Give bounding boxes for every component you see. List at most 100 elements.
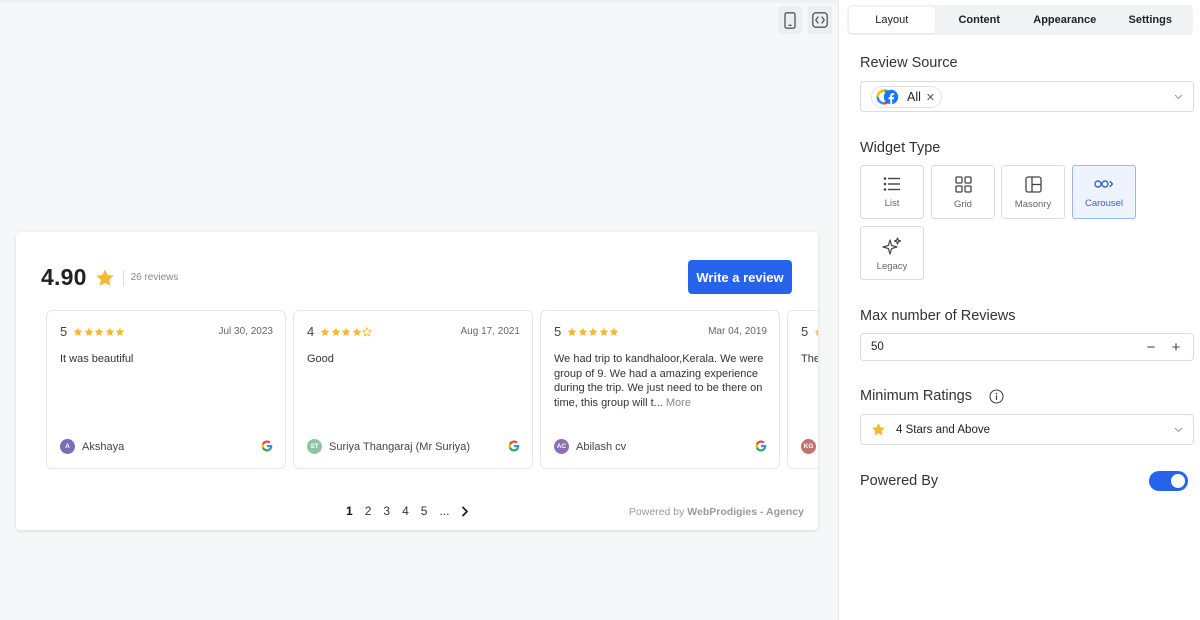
summary-divider xyxy=(122,269,124,286)
carousel-icon xyxy=(1094,180,1114,188)
masonry-icon xyxy=(1024,176,1042,193)
star-filled-icon xyxy=(814,329,818,336)
widget-type-list[interactable]: List xyxy=(860,165,924,219)
close-icon[interactable]: ✕ xyxy=(926,91,935,104)
review-author: A Akshaya xyxy=(60,439,124,454)
review-card[interactable]: 5 Jul 30, 2023 It was beautiful A Akshay… xyxy=(46,310,286,469)
powered-by-prefix: Powered by xyxy=(628,506,688,518)
preview-top-border xyxy=(0,0,838,3)
tab-layout[interactable]: Layout xyxy=(849,7,935,33)
code-icon xyxy=(812,12,828,28)
card-rating: 4 xyxy=(307,324,373,339)
powered-by-brand[interactable]: WebProdigies - Agency xyxy=(687,506,804,518)
info-icon[interactable] xyxy=(989,389,1004,404)
mobile-icon xyxy=(784,11,796,29)
star-icon xyxy=(95,269,114,286)
average-rating: 4.90 xyxy=(41,264,87,290)
page-4[interactable]: 4 xyxy=(402,504,409,518)
review-body: Good xyxy=(307,353,334,365)
card-rating: 5 xyxy=(60,324,126,339)
widget-type-legacy[interactable]: Legacy xyxy=(860,226,924,280)
review-card[interactable]: 4 Aug 17, 2021 Good ST Suriya Thangaraj … xyxy=(293,310,533,469)
chevron-down-icon xyxy=(1174,94,1183,99)
grid-icon xyxy=(954,176,972,193)
widget-type-grid[interactable]: Grid xyxy=(931,165,995,219)
tab-appearance[interactable]: Appearance xyxy=(1022,5,1108,35)
page-5[interactable]: 5 xyxy=(421,504,428,518)
widget-type-label-text: Legacy xyxy=(876,261,908,272)
page-2[interactable]: 2 xyxy=(365,504,372,518)
review-body: We had trip to kandhaloor,Kerala. We wer… xyxy=(554,353,764,409)
star-icon xyxy=(872,423,885,436)
max-reviews-stepper[interactable]: 50 − + xyxy=(860,333,1194,361)
star-filled-icon xyxy=(578,327,588,336)
author-name: Akshaya xyxy=(82,440,125,453)
powered-by-toggle[interactable] xyxy=(1149,471,1188,491)
star-filled-icon xyxy=(609,327,619,336)
review-carousel[interactable]: 5 Jul 30, 2023 It was beautiful A Akshay… xyxy=(46,310,818,470)
review-date: Mar 04, 2019 xyxy=(708,326,767,337)
page-ellipsis: ... xyxy=(439,504,450,518)
google-facebook-logo-icon xyxy=(876,89,899,105)
card-rating: 5 xyxy=(801,324,818,339)
review-card[interactable]: 5 Mar 04, 2019 We had trip to kandhaloor… xyxy=(540,310,780,469)
rating-number: 5 xyxy=(60,324,68,339)
chevron-right-icon xyxy=(462,506,469,516)
star-filled-icon xyxy=(341,327,351,336)
decrement-button[interactable]: − xyxy=(1142,338,1160,356)
minimum-ratings-label: Minimum Ratings xyxy=(860,388,972,404)
write-review-button[interactable]: Write a review xyxy=(688,260,792,294)
settings-panel: Layout Content Appearance Settings Revie… xyxy=(838,0,1200,620)
star-empty-icon xyxy=(362,326,373,337)
review-count: 26 reviews xyxy=(130,272,179,283)
toggle-knob xyxy=(1171,474,1185,488)
preview-area: 4.90 26 reviews Write a review 5 Jul 30,… xyxy=(0,0,838,620)
reviews-widget: 4.90 26 reviews Write a review 5 Jul 30,… xyxy=(16,232,818,530)
star-filled-icon xyxy=(73,327,83,336)
review-author: KG xyxy=(801,439,818,454)
star-filled-icon xyxy=(599,327,609,336)
next-page-button[interactable] xyxy=(461,506,469,517)
star-filled-icon xyxy=(567,327,577,336)
widget-type-label: Widget Type xyxy=(860,140,941,156)
source-chip-label: All xyxy=(907,90,921,104)
tab-content[interactable]: Content xyxy=(937,5,1023,35)
rating-number: 5 xyxy=(801,324,809,339)
widget-type-carousel[interactable]: Carousel xyxy=(1072,165,1136,219)
review-card[interactable]: 5 The KG xyxy=(787,310,818,469)
star-filled-icon xyxy=(320,327,330,336)
star-rating xyxy=(320,326,373,337)
widget-type-label-text: Carousel xyxy=(1084,198,1124,209)
mobile-preview-button[interactable] xyxy=(778,6,802,34)
max-reviews-value[interactable]: 50 xyxy=(871,341,884,353)
google-icon xyxy=(508,440,520,452)
review-body: It was beautiful xyxy=(60,353,134,365)
minimum-ratings-select[interactable]: 4 Stars and Above xyxy=(860,414,1194,445)
review-source-select[interactable]: All ✕ xyxy=(860,81,1194,112)
star-filled-icon xyxy=(94,327,104,336)
read-more-link[interactable]: More xyxy=(666,397,691,409)
review-date: Aug 17, 2021 xyxy=(460,326,521,337)
star-filled-icon xyxy=(84,327,94,336)
sparkle-icon xyxy=(882,237,902,255)
source-chip: All ✕ xyxy=(871,86,943,108)
star-filled-icon xyxy=(105,327,115,336)
embed-code-button[interactable] xyxy=(808,6,832,34)
tab-settings[interactable]: Settings xyxy=(1108,5,1194,35)
widget-type-label-text: List xyxy=(884,198,900,209)
page-3[interactable]: 3 xyxy=(383,504,390,518)
star-rating xyxy=(73,327,126,337)
star-filled-icon xyxy=(115,327,125,336)
avatar: ST xyxy=(307,439,322,454)
increment-button[interactable]: + xyxy=(1167,338,1185,356)
avatar: AC xyxy=(554,439,569,454)
review-date: Jul 30, 2023 xyxy=(218,326,274,337)
author-name: Abilash cv xyxy=(576,440,627,453)
page-1[interactable]: 1 xyxy=(346,504,353,518)
widget-type-label-text: Masonry xyxy=(1014,199,1052,210)
list-icon xyxy=(883,177,900,191)
powered-by-credit: Powered by WebProdigies - Agency xyxy=(629,506,804,518)
minimum-ratings-value: 4 Stars and Above xyxy=(896,424,990,436)
widget-type-masonry[interactable]: Masonry xyxy=(1001,165,1065,219)
star-rating xyxy=(814,327,818,337)
